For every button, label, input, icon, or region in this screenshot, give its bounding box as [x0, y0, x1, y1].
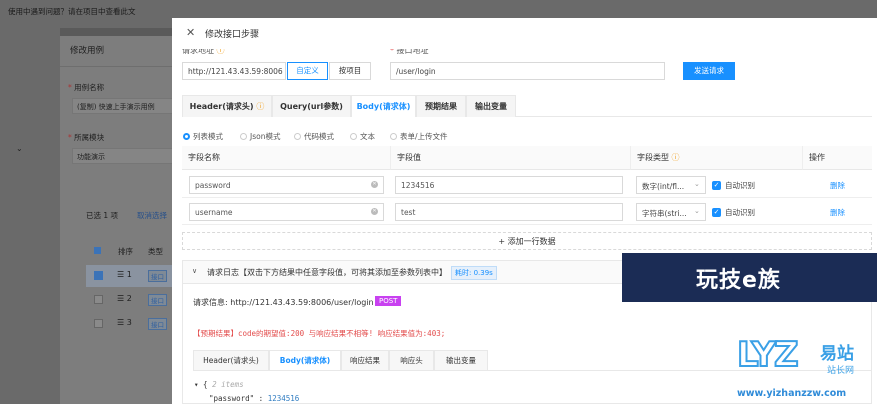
- field-name-input[interactable]: password: [189, 176, 384, 194]
- elapsed-time-badge: 耗时: 0.39s: [451, 266, 497, 280]
- log-tab-output-vars[interactable]: 输出变量: [434, 350, 488, 370]
- col-action: 操作: [802, 146, 872, 170]
- clear-icon[interactable]: ✕: [371, 181, 378, 188]
- info-icon: ⓘ: [671, 153, 680, 162]
- module-select[interactable]: 功能演示: [72, 148, 182, 164]
- clear-icon[interactable]: ✕: [371, 208, 378, 215]
- plus-icon: +: [498, 237, 506, 246]
- field-value-input[interactable]: test: [395, 203, 623, 221]
- method-badge: POST: [375, 296, 402, 306]
- send-request-button[interactable]: 发送请求: [683, 62, 735, 80]
- mode-form-radio[interactable]: 表单/上传文件: [390, 131, 448, 142]
- auto-detect-label: 自动识别: [725, 208, 755, 217]
- by-project-button[interactable]: 按项目: [329, 62, 371, 80]
- info-icon: ⓘ: [256, 102, 265, 111]
- log-tab-response[interactable]: 响应结果: [341, 350, 389, 370]
- module-label: * 所属模块: [68, 133, 105, 142]
- request-info: 请求信息: http://121.43.43.59:8006/user/logi…: [193, 298, 374, 307]
- table-row[interactable]: ☰ 2 接口: [86, 289, 172, 311]
- json-field[interactable]: "password" : 1234516: [209, 394, 299, 403]
- watermark-logo-sub: 站长网: [827, 366, 855, 376]
- drawer-header: ✕ 修改接口步骤: [172, 18, 877, 48]
- tab-expected[interactable]: 预期结果: [416, 95, 466, 117]
- mode-json-radio[interactable]: Json模式: [240, 131, 280, 142]
- delete-link[interactable]: 删除: [830, 180, 845, 191]
- watermark-logo: LYZ 易站 站长网 www.yizhanzzw.com: [735, 334, 877, 404]
- col-type-header: 类型: [148, 247, 163, 256]
- row-checkbox[interactable]: [94, 295, 103, 304]
- close-icon[interactable]: ✕: [186, 26, 195, 39]
- selected-count: 已选 1 项: [86, 211, 119, 220]
- col-field-name: 字段名称: [182, 146, 390, 170]
- auto-detect-checkbox[interactable]: ✓: [712, 208, 721, 217]
- mode-text-radio[interactable]: 文本: [350, 131, 375, 142]
- background-top-text: 使用中遇到问题？请在项目中查看此文: [8, 7, 136, 16]
- row-type-tag: 接口: [148, 270, 167, 282]
- background-modal-title: 修改用例: [70, 46, 105, 56]
- log-tab-body[interactable]: Body(请求体): [269, 350, 341, 370]
- watermark-logo-url: www.yizhanzzw.com: [737, 388, 847, 399]
- chevron-down-icon: ⌄: [694, 207, 700, 215]
- auto-detect-checkbox[interactable]: ✓: [712, 181, 721, 190]
- row-type-tag: 接口: [148, 294, 167, 306]
- row-checkbox[interactable]: [94, 319, 103, 328]
- watermark-banner-text: 玩技e族: [696, 268, 781, 293]
- divider: [60, 66, 172, 67]
- drawer-title: 修改接口步骤: [205, 30, 260, 40]
- mode-list-radio[interactable]: 列表模式: [183, 131, 223, 142]
- custom-button[interactable]: 自定义: [287, 62, 328, 80]
- case-name-label: * 用例名称: [68, 83, 105, 92]
- row-order: ☰ 2: [117, 294, 132, 303]
- chevron-down-icon: ⌄: [16, 144, 23, 153]
- field-value-input[interactable]: 1234516: [395, 176, 623, 194]
- watermark-banner: 玩技e族: [622, 253, 877, 302]
- chevron-down-icon: ⌄: [694, 180, 700, 188]
- chevron-down-icon[interactable]: ∨: [192, 267, 197, 275]
- case-name-input[interactable]: (复制) 快速上手演示用例: [72, 98, 182, 114]
- watermark-logo-cn: 易站: [820, 344, 854, 364]
- request-log-title: 请求日志【双击下方结果中任意字段值，可将其添加至参数列表中】: [207, 268, 447, 277]
- tab-output-vars[interactable]: 输出变量: [466, 95, 516, 117]
- tab-header[interactable]: Header(请求头) ⓘ: [182, 95, 272, 117]
- select-all-checkbox[interactable]: [94, 247, 101, 254]
- json-root[interactable]: ▾ { 2 items: [194, 380, 244, 389]
- log-tab-response-headers[interactable]: 响应头: [389, 350, 434, 370]
- col-field-value: 字段值: [390, 146, 630, 170]
- background-area: ⌄: [0, 28, 60, 404]
- row-checkbox[interactable]: [94, 271, 103, 280]
- mode-code-radio[interactable]: 代码模式: [294, 131, 334, 142]
- col-field-type: 字段类型 ⓘ: [630, 146, 802, 170]
- tab-body[interactable]: Body(请求体): [351, 95, 416, 117]
- table-row[interactable]: ☰ 3 接口: [86, 313, 172, 335]
- auto-detect-label: 自动识别: [725, 181, 755, 190]
- field-name-input[interactable]: username: [189, 203, 384, 221]
- log-tab-header[interactable]: Header(请求头): [193, 350, 269, 370]
- request-addr-input[interactable]: http://121.43.43.59:8006: [182, 62, 286, 80]
- expected-result-message: 【预期结果】code的期望值:200 与响应结果不相等! 响应结果值为:403;: [193, 329, 446, 338]
- api-addr-input[interactable]: /user/login: [390, 62, 665, 80]
- cancel-select-link[interactable]: 取消选择: [137, 210, 167, 221]
- table-row[interactable]: ☰ 1 接口: [86, 265, 172, 287]
- tab-query[interactable]: Query(url参数): [272, 95, 351, 117]
- row-order: ☰ 1: [117, 270, 132, 279]
- watermark-logo-letters: LYZ: [736, 334, 800, 376]
- delete-link[interactable]: 删除: [830, 207, 845, 218]
- row-order: ☰ 3: [117, 318, 132, 327]
- col-order-header: 排序: [118, 247, 133, 256]
- step-tabs: Header(请求头) ⓘ Query(url参数) Body(请求体) 预期结…: [182, 95, 872, 117]
- row-type-tag: 接口: [148, 318, 167, 330]
- add-row-button[interactable]: + 添加一行数据: [182, 232, 872, 250]
